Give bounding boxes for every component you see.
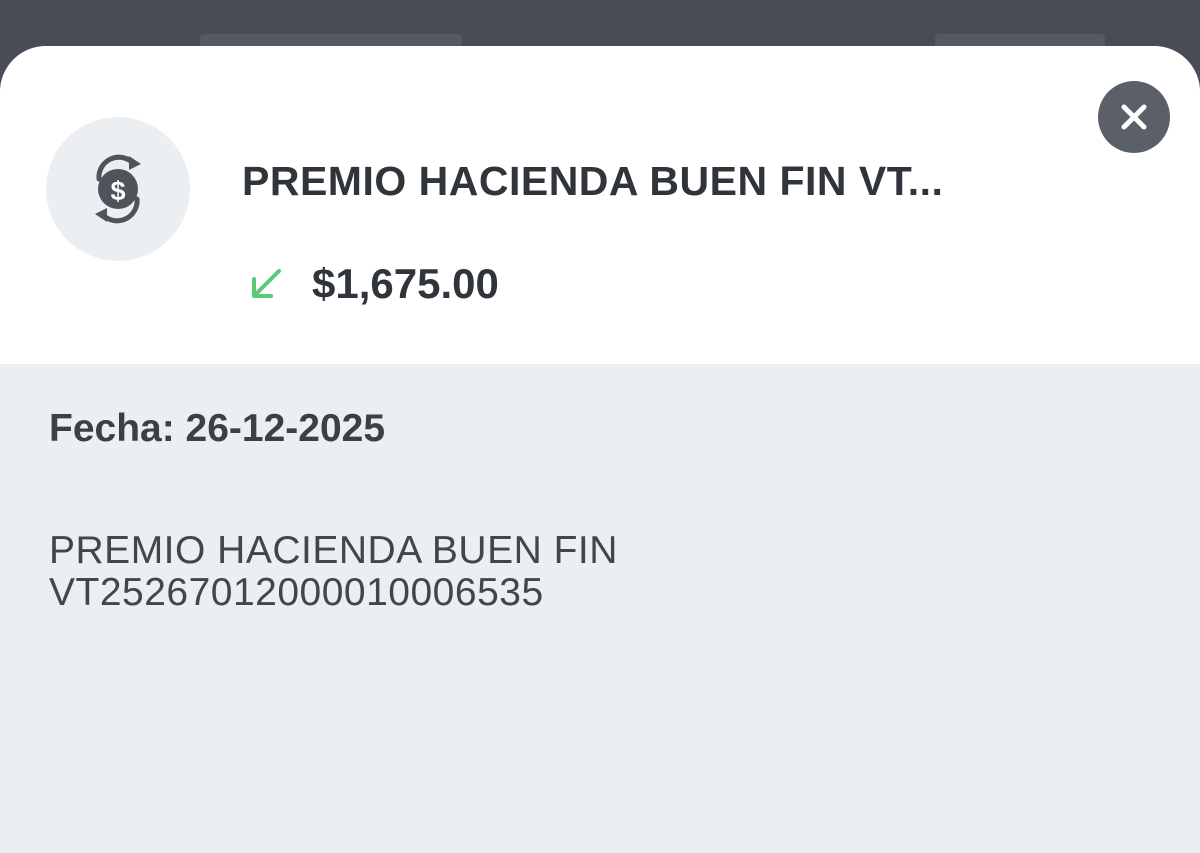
date-label: Fecha: <box>49 407 175 450</box>
close-button[interactable] <box>1098 81 1170 153</box>
money-exchange-icon: $ <box>95 154 141 224</box>
transaction-description: PREMIO HACIENDA BUEN FIN VT2526701200001… <box>49 530 1149 614</box>
transaction-date: Fecha: 26-12-2025 <box>49 407 385 451</box>
transaction-header: $ PREMIO HACIENDA BUEN FIN VT... $1,675.… <box>0 46 1200 364</box>
transaction-amount: $1,675.00 <box>312 260 499 307</box>
description-line-2: VT25267012000010006535 <box>49 571 544 614</box>
transaction-detail-sheet: $ PREMIO HACIENDA BUEN FIN VT... $1,675.… <box>0 46 1200 853</box>
date-value: 26-12-2025 <box>185 407 386 450</box>
arrow-down-left-icon <box>252 269 281 298</box>
close-icon <box>1121 104 1147 130</box>
description-line-1: PREMIO HACIENDA BUEN FIN <box>49 529 618 572</box>
amount-row: $1,675.00 <box>248 260 499 308</box>
transaction-category-avatar: $ <box>46 117 190 261</box>
svg-text:$: $ <box>110 176 125 206</box>
transaction-title: PREMIO HACIENDA BUEN FIN VT... <box>242 158 944 204</box>
